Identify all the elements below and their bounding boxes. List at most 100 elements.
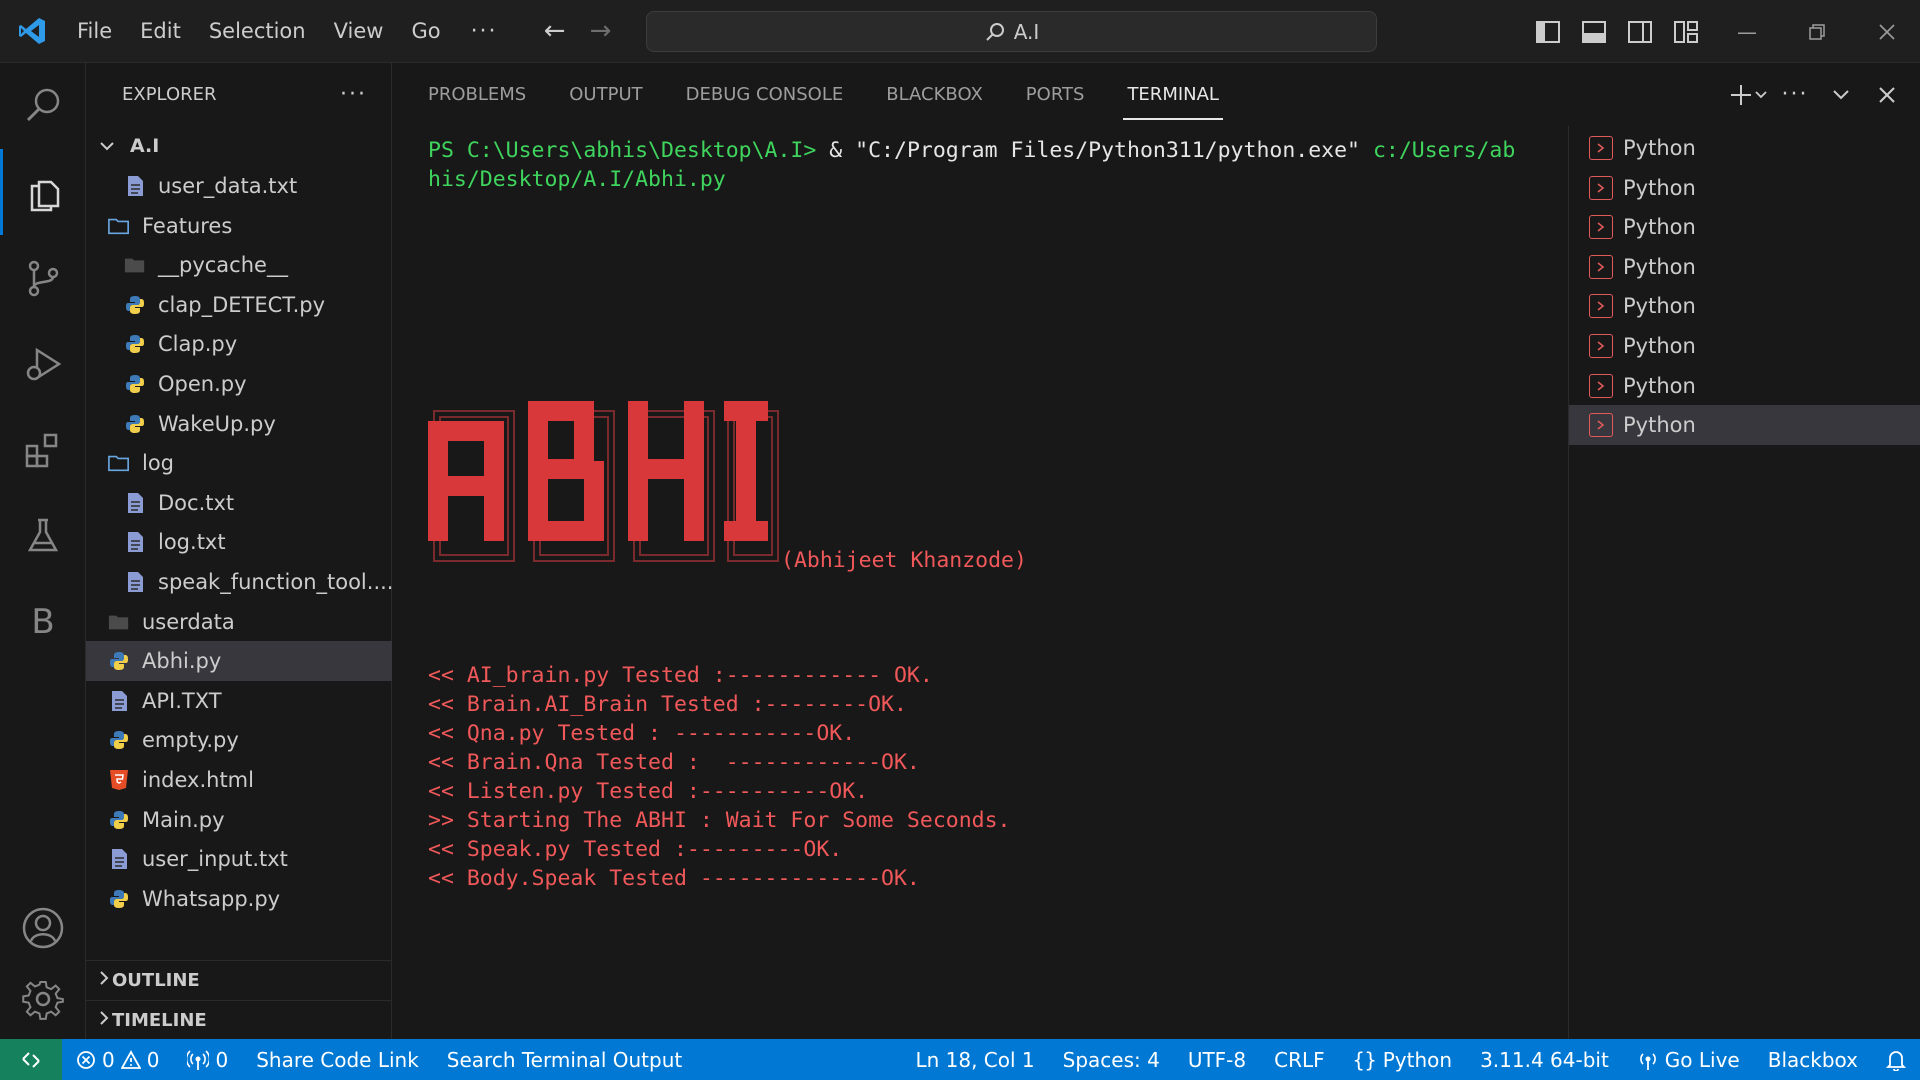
explorer-activity-icon[interactable] [0, 149, 86, 235]
tab-blackbox[interactable]: BLACKBOX [886, 63, 983, 126]
warning-count: 0 [146, 1047, 160, 1072]
terminal-tabs-list: Python Python Python Python Python Python Pyth… [1568, 126, 1920, 1039]
customize-layout-icon[interactable] [1663, 0, 1709, 63]
close-panel-icon[interactable] [1864, 63, 1910, 126]
restore-icon[interactable] [1782, 0, 1852, 63]
terminal-instance[interactable]: Python [1569, 207, 1920, 247]
explorer-item[interactable]: Abhi.py [86, 641, 392, 682]
tab-output[interactable]: OUTPUT [569, 63, 642, 126]
tab-terminal[interactable]: TERMINAL [1123, 63, 1223, 126]
python-file-icon [124, 373, 146, 395]
tab-problems[interactable]: PROBLEMS [428, 63, 526, 126]
menu-edit[interactable]: Edit [126, 0, 195, 63]
python-interpreter[interactable]: 3.11.4 64-bit [1466, 1048, 1623, 1072]
close-window-icon[interactable] [1852, 0, 1920, 63]
explorer-item[interactable]: index.html [86, 760, 392, 800]
menu-file[interactable]: File [63, 0, 126, 63]
timeline-section[interactable]: TIMELINE [86, 1000, 392, 1040]
eol-status[interactable]: CRLF [1260, 1048, 1339, 1072]
blackbox-status[interactable]: Blackbox [1754, 1048, 1872, 1072]
terminal-instance[interactable]: Python [1569, 405, 1920, 446]
explorer-item[interactable]: log [86, 443, 392, 483]
forward-arrow-icon[interactable]: → [578, 16, 624, 46]
explorer-item[interactable]: Doc.txt [86, 483, 392, 523]
menu-selection[interactable]: Selection [195, 0, 320, 63]
text-file-icon [124, 531, 146, 553]
explorer-item[interactable]: log.txt [86, 522, 392, 562]
root-folder-label: A.I [130, 135, 160, 157]
toggle-secondary-sidebar-icon[interactable] [1617, 0, 1663, 63]
blackbox-activity-icon[interactable]: B [0, 579, 86, 665]
source-control-icon[interactable] [0, 235, 86, 321]
remote-indicator-icon[interactable] [0, 1039, 62, 1080]
explorer-item[interactable]: user_input.txt [86, 839, 392, 879]
tab-ports[interactable]: PORTS [1026, 63, 1085, 126]
terminal-instance[interactable]: Python [1569, 286, 1920, 326]
explorer-item-label: index.html [142, 768, 254, 792]
python-file-icon [108, 888, 130, 910]
back-arrow-icon[interactable]: ← [532, 16, 578, 46]
cursor-position[interactable]: Ln 18, Col 1 [901, 1048, 1048, 1072]
maximize-panel-chevron-icon[interactable] [1818, 63, 1864, 126]
problems-status[interactable]: 0 0 [62, 1048, 173, 1072]
terminal-command-line: PS C:\Users\abhis\Desktop\A.I> & "C:/Pro… [428, 136, 1515, 165]
explorer-item[interactable]: userdata [86, 602, 392, 642]
terminal-instance[interactable]: Python [1569, 366, 1920, 406]
settings-gear-icon[interactable] [0, 956, 86, 1042]
explorer-item[interactable]: WakeUp.py [86, 404, 392, 444]
explorer-item[interactable]: Features [86, 206, 392, 246]
notifications-bell-icon[interactable] [1872, 1049, 1920, 1071]
search-terminal-output[interactable]: Search Terminal Output [433, 1048, 696, 1072]
folder-root-a-i[interactable]: A.I [86, 126, 392, 166]
terminal-arg-1: c:/Users/ab [1372, 138, 1516, 163]
indentation-status[interactable]: Spaces: 4 [1049, 1048, 1174, 1072]
encoding-status[interactable]: UTF-8 [1174, 1048, 1260, 1072]
ports-count: 0 [215, 1047, 229, 1072]
explorer-item[interactable]: user_data.txt [86, 166, 392, 206]
explorer-item[interactable]: speak_function_tool.... [86, 562, 392, 602]
explorer-item[interactable]: API.TXT [86, 681, 392, 721]
menu-more-icon[interactable]: ··· [455, 19, 514, 44]
command-center-search[interactable]: A.I [646, 11, 1377, 52]
explorer-item[interactable]: Clap.py [86, 324, 392, 364]
explorer-item-label: empty.py [142, 728, 239, 753]
explorer-item[interactable]: empty.py [86, 720, 392, 760]
tab-debug-console[interactable]: DEBUG CONSOLE [686, 63, 844, 126]
terminal-instance[interactable]: Python [1569, 247, 1920, 287]
terminal-profiles-chevron-icon[interactable] [1750, 63, 1772, 126]
explorer-item[interactable]: Open.py [86, 364, 392, 404]
explorer-item-label: user_data.txt [158, 174, 298, 198]
explorer-item[interactable]: __pycache__ [86, 245, 392, 285]
text-file-icon [108, 848, 130, 870]
explorer-item-label: log.txt [158, 530, 226, 555]
testing-flask-icon[interactable] [0, 493, 86, 579]
broadcast-icon [187, 1049, 210, 1070]
share-code-link[interactable]: Share Code Link [242, 1048, 433, 1072]
go-live-button[interactable]: Go Live [1623, 1048, 1754, 1072]
outline-section[interactable]: OUTLINE [86, 960, 392, 1000]
explorer-item[interactable]: clap_DETECT.py [86, 285, 392, 325]
terminal-instance[interactable]: Python [1569, 128, 1920, 168]
toggle-panel-icon[interactable] [1571, 0, 1617, 63]
terminal-instance[interactable]: Python [1569, 168, 1920, 208]
minimize-icon[interactable]: — [1712, 0, 1782, 63]
menu-view[interactable]: View [320, 0, 398, 63]
explorer-item[interactable]: Main.py [86, 800, 392, 840]
terminal-view[interactable]: PS C:\Users\abhis\Desktop\A.I> & "C:/Pro… [392, 126, 1568, 1039]
explorer-header: EXPLORER ··· [86, 63, 391, 126]
language-mode[interactable]: {} Python [1339, 1048, 1466, 1072]
run-debug-icon[interactable] [0, 321, 86, 407]
python-file-icon [124, 413, 146, 435]
folder-icon [124, 254, 146, 276]
extensions-icon[interactable] [0, 407, 86, 493]
explorer-more-icon[interactable]: ··· [340, 82, 367, 107]
terminal-prompt: PS C:\Users\abhis\Desktop\A.I> [428, 138, 830, 163]
terminal-instance[interactable]: Python [1569, 326, 1920, 366]
explorer-item[interactable]: Whatsapp.py [86, 879, 392, 919]
toggle-sidebar-icon[interactable] [1525, 0, 1571, 63]
panel-more-icon[interactable]: ··· [1772, 63, 1818, 126]
terminal-exe-path: "C:/Program Files/Python311/python.exe" [855, 138, 1373, 163]
search-activity-icon[interactable] [0, 63, 86, 149]
ports-status[interactable]: 0 [173, 1048, 242, 1072]
menu-go[interactable]: Go [397, 0, 454, 63]
